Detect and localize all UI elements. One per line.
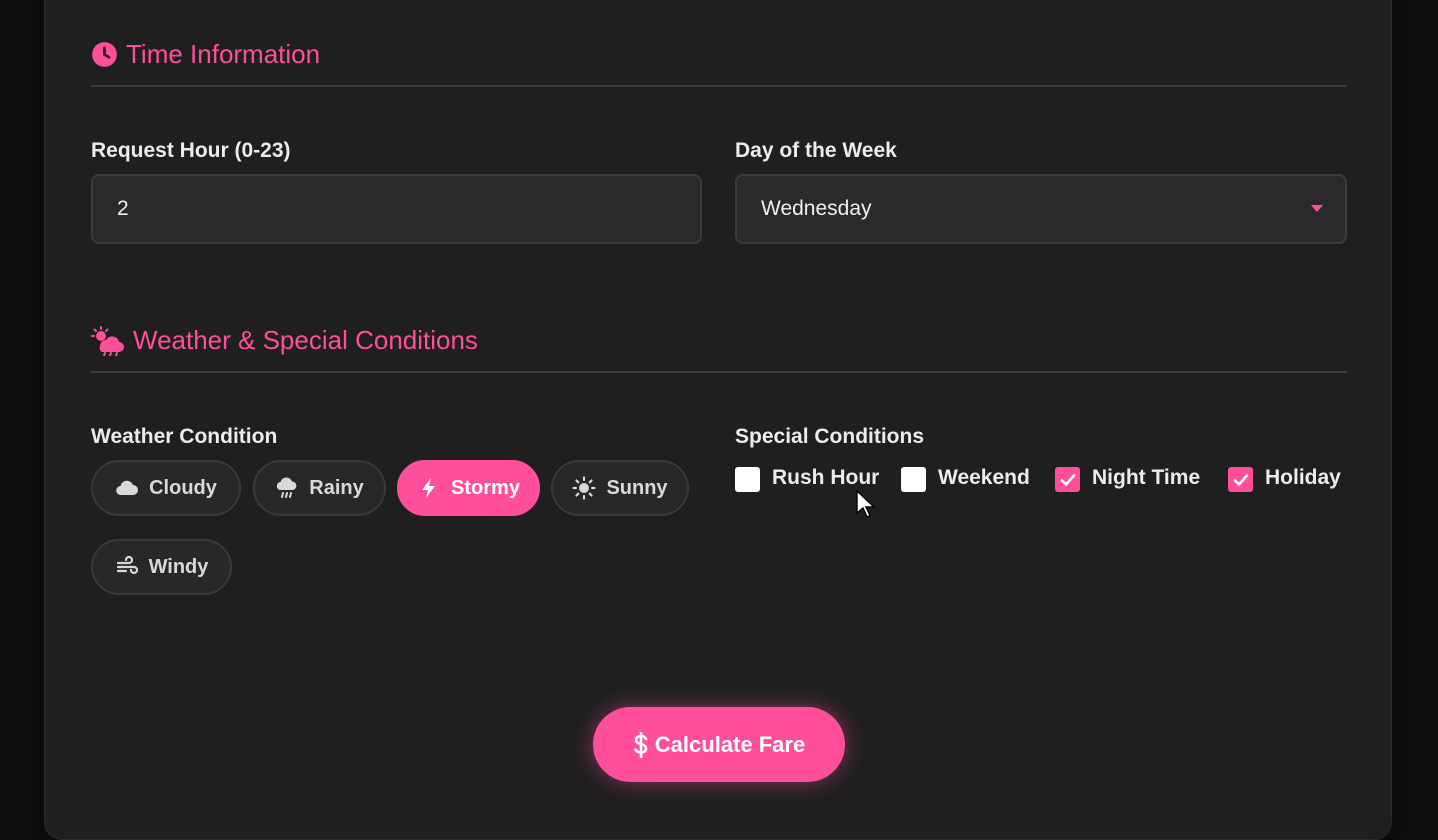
sun-icon	[572, 476, 597, 500]
dollar-icon	[633, 731, 648, 758]
request-hour-value: 2	[117, 197, 129, 220]
checkbox-weekend[interactable]: Weekend	[901, 463, 1030, 492]
weather-section-title-text: Weather & Special Conditions	[133, 325, 478, 355]
divider	[91, 85, 1347, 87]
fare-form-card: Time Information Request Hour (0-23) 2 D…	[44, 0, 1392, 840]
weather-option-label: Cloudy	[149, 476, 217, 499]
weather-option-stormy[interactable]: Stormy	[397, 460, 540, 516]
checkbox-night-time[interactable]: Night Time	[1055, 463, 1200, 492]
weather-option-windy[interactable]: Windy	[91, 539, 232, 595]
request-hour-label: Request Hour (0-23)	[91, 139, 291, 162]
checkbox-box[interactable]	[1228, 467, 1253, 492]
special-conditions-label: Special Conditions	[735, 425, 925, 448]
calculate-fare-label: Calculate Fare	[654, 731, 806, 757]
bolt-icon	[422, 478, 436, 498]
checkbox-label: Night Time	[1092, 465, 1201, 489]
wind-icon	[116, 555, 138, 575]
checkbox-label: Holiday	[1265, 465, 1341, 489]
weather-option-label: Sunny	[606, 476, 668, 499]
mouse-cursor-icon	[856, 490, 876, 518]
day-of-week-select[interactable]: Wednesday	[735, 174, 1347, 244]
weather-option-label: Stormy	[451, 476, 520, 499]
day-of-week-label: Day of the Week	[735, 139, 897, 162]
weather-option-label: Windy	[148, 555, 209, 578]
weather-option-label: Rainy	[309, 476, 364, 499]
caret-down-icon	[1311, 205, 1323, 212]
weather-option-sunny[interactable]: Sunny	[551, 460, 689, 516]
cloud-icon	[116, 480, 139, 496]
time-section-title-text: Time Information	[126, 39, 321, 69]
clock-icon	[92, 42, 117, 67]
weather-option-rainy[interactable]: Rainy	[253, 460, 386, 516]
checkbox-rush-hour[interactable]: Rush Hour	[735, 463, 879, 492]
check-icon	[1233, 473, 1248, 486]
checkbox-label: Rush Hour	[772, 465, 880, 489]
calculate-fare-button[interactable]: Calculate Fare	[593, 707, 845, 782]
weather-section-title: Weather & Special Conditions	[91, 325, 478, 356]
request-hour-input[interactable]: 2	[91, 174, 702, 244]
day-of-week-value: Wednesday	[761, 197, 872, 220]
cloud-rain-icon	[277, 477, 297, 498]
weather-condition-label: Weather Condition	[91, 425, 278, 448]
check-icon	[1060, 473, 1075, 486]
checkbox-box[interactable]	[1055, 467, 1080, 492]
checkbox-holiday[interactable]: Holiday	[1228, 463, 1341, 492]
checkbox-box[interactable]	[735, 467, 760, 492]
weather-option-cloudy[interactable]: Cloudy	[91, 460, 241, 516]
cloud-sun-rain-icon	[91, 325, 124, 356]
checkbox-box[interactable]	[901, 467, 926, 492]
divider	[91, 371, 1347, 373]
time-section-title: Time Information	[91, 39, 320, 70]
checkbox-label: Weekend	[938, 465, 1030, 489]
